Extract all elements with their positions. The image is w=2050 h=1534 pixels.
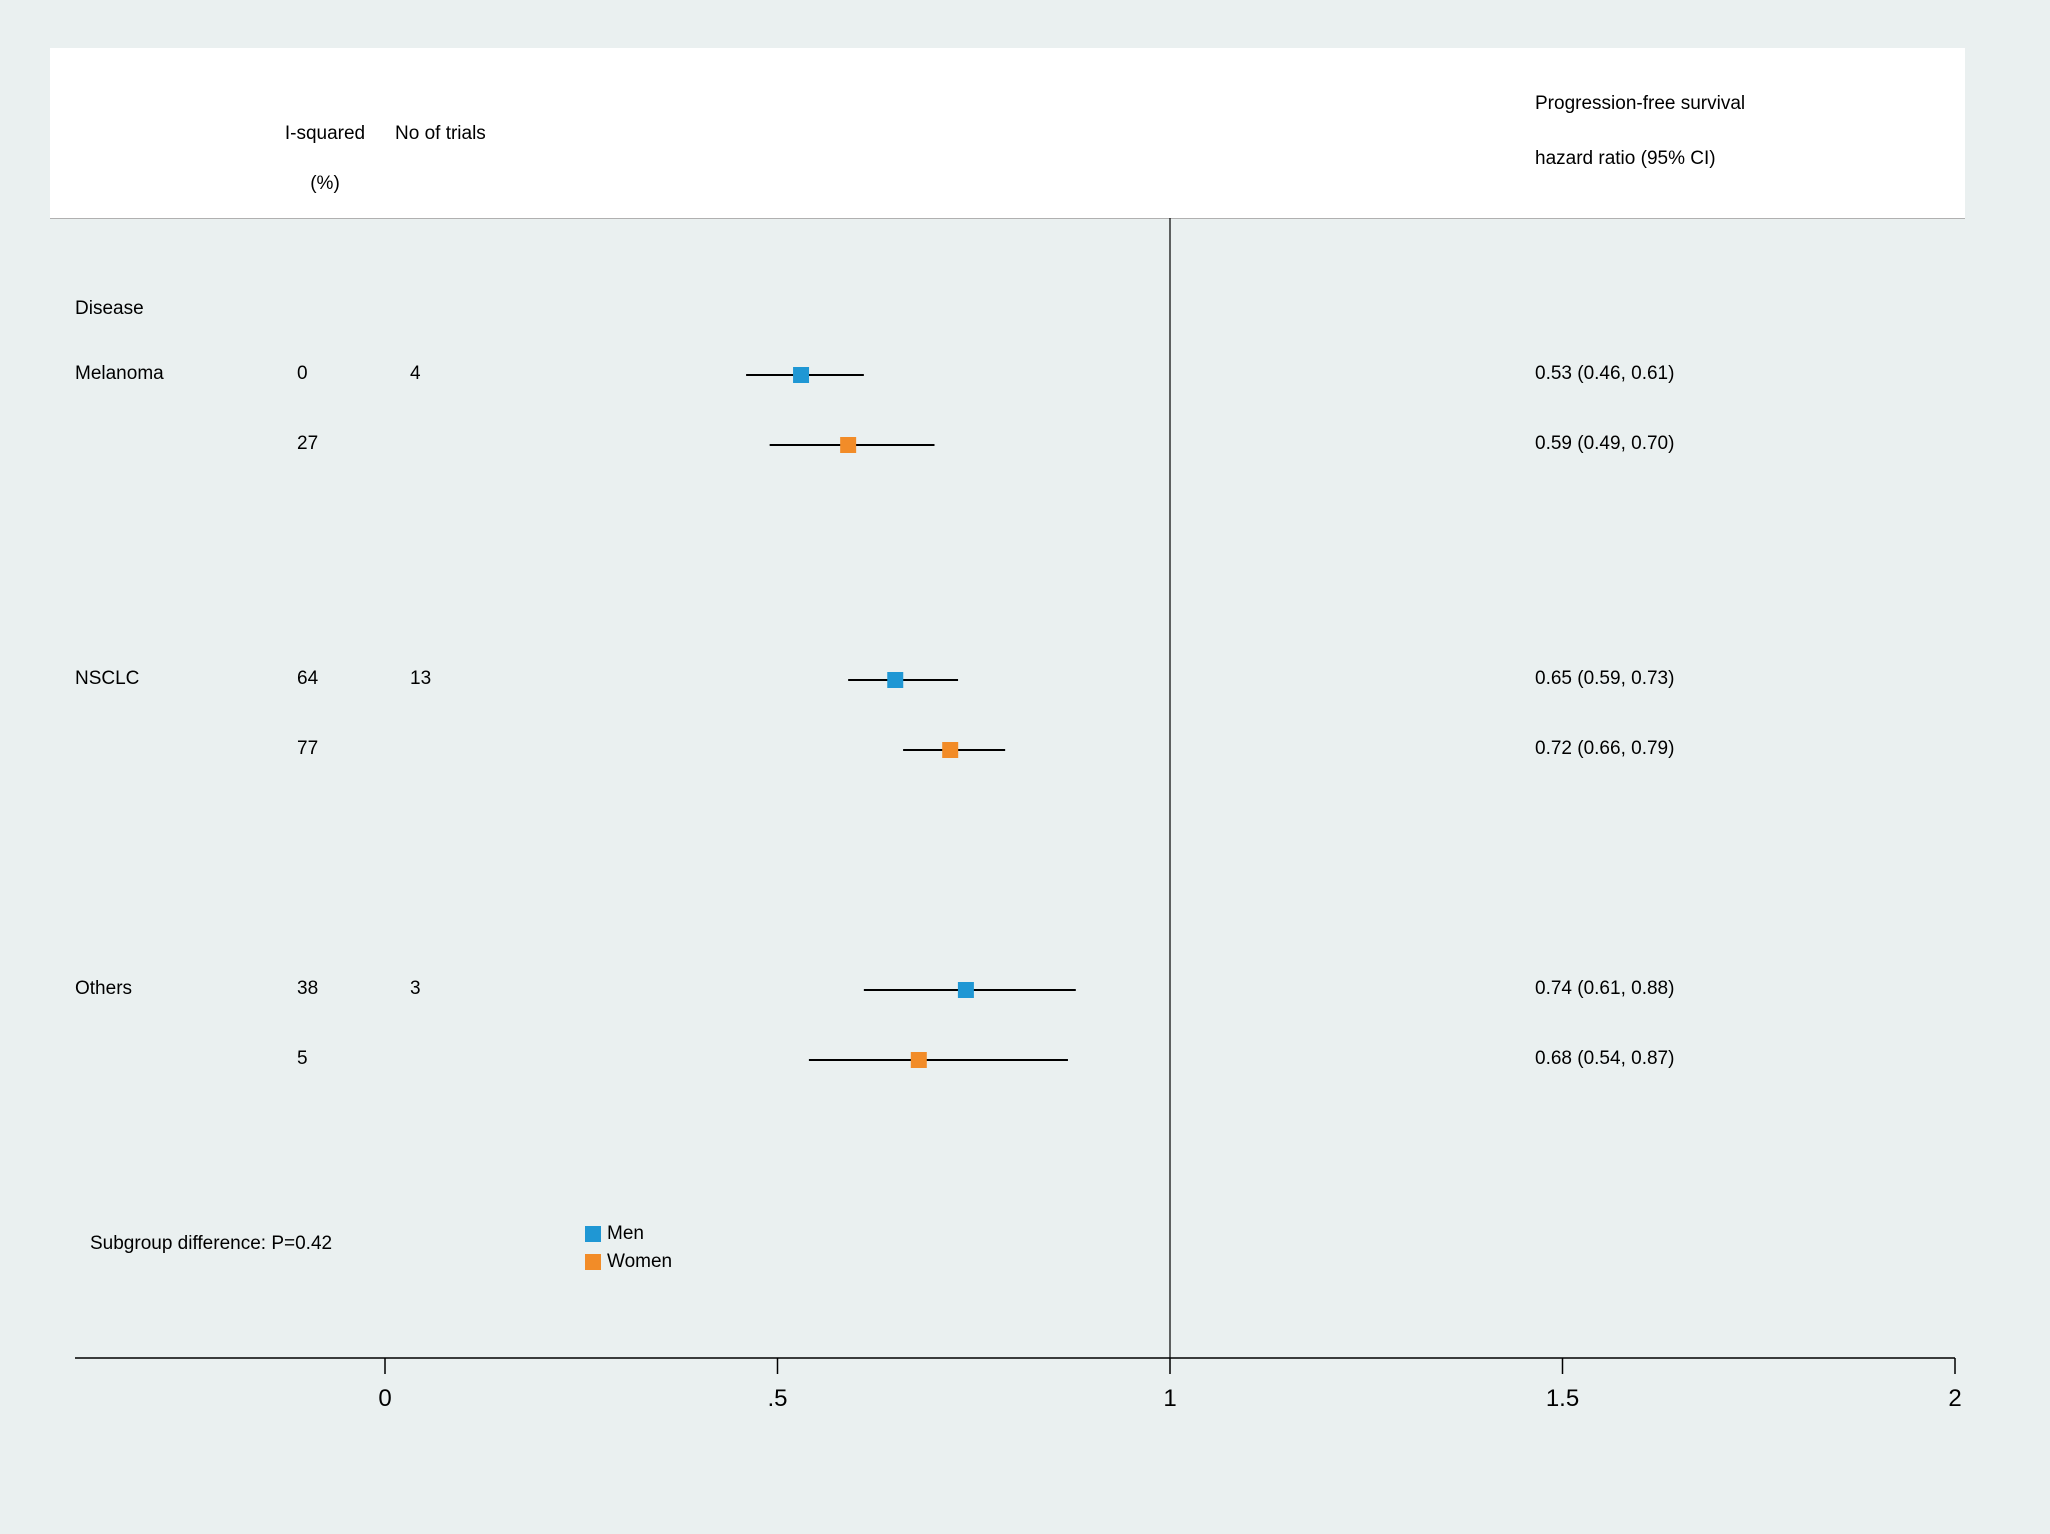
figure-container: I-squared (%) No of trials Progression-f…: [0, 0, 2050, 1534]
svg-text:1.5: 1.5: [1546, 1385, 1579, 1412]
plot-area: I-squared (%) No of trials Progression-f…: [55, 48, 1970, 1438]
svg-text:1: 1: [1163, 1385, 1176, 1412]
forest-svg: 0 .5 1 1.5 2: [55, 48, 1970, 1438]
svg-text:.5: .5: [767, 1385, 787, 1412]
svg-text:0: 0: [378, 1385, 391, 1412]
svg-text:2: 2: [1948, 1385, 1961, 1412]
